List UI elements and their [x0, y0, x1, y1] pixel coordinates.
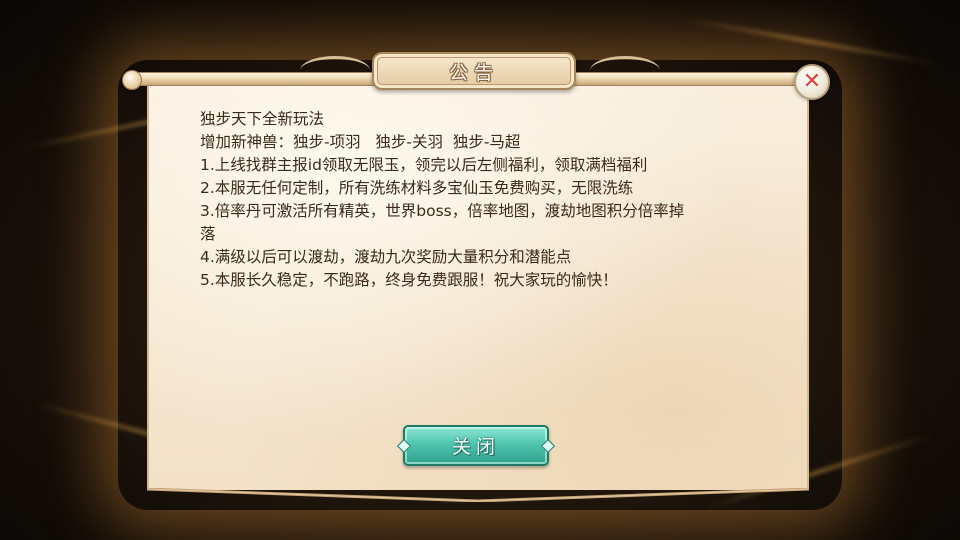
close-x-icon: ✕	[802, 69, 822, 94]
close-x-button[interactable]: ✕	[794, 64, 830, 100]
close-button[interactable]: 关闭	[403, 425, 549, 466]
notice-line: 2.本服无任何定制，所有洗练材料多宝仙玉免费购买，无限洗练	[200, 179, 634, 197]
notice-line: 3.倍率丹可激活所有精英，世界boss，倍率地图，渡劫地图积分倍率掉	[200, 202, 685, 220]
rod-cap-left	[122, 70, 142, 90]
light-streak	[681, 17, 939, 66]
close-button-label: 关闭	[451, 436, 500, 458]
notice-line: 4.满级以后可以渡劫，渡劫九次奖励大量积分和潜能点	[200, 248, 572, 266]
game-screen: 公告 ✕ 独步天下全新玩法 增加新神兽：独步-项羽 独步-关羽 独步-马超 1.…	[0, 0, 960, 540]
notice-line: 5.本服长久稳定，不跑路，终身免费跟服！祝大家玩的愉快！	[200, 271, 618, 289]
notice-line: 1.上线找群主报id领取无限玉，领完以后左侧福利，领取满档福利	[200, 156, 648, 174]
notice-line: 增加新神兽：独步-项羽 独步-关羽 独步-马超	[200, 133, 521, 151]
notice-body: 独步天下全新玩法 增加新神兽：独步-项羽 独步-关羽 独步-马超 1.上线找群主…	[200, 108, 790, 292]
dialog-title: 公告	[448, 61, 499, 84]
title-plaque: 公告	[372, 52, 576, 90]
notice-line: 落	[200, 225, 216, 243]
notice-line: 独步天下全新玩法	[200, 110, 325, 128]
paper-bottom-edge	[147, 488, 809, 502]
